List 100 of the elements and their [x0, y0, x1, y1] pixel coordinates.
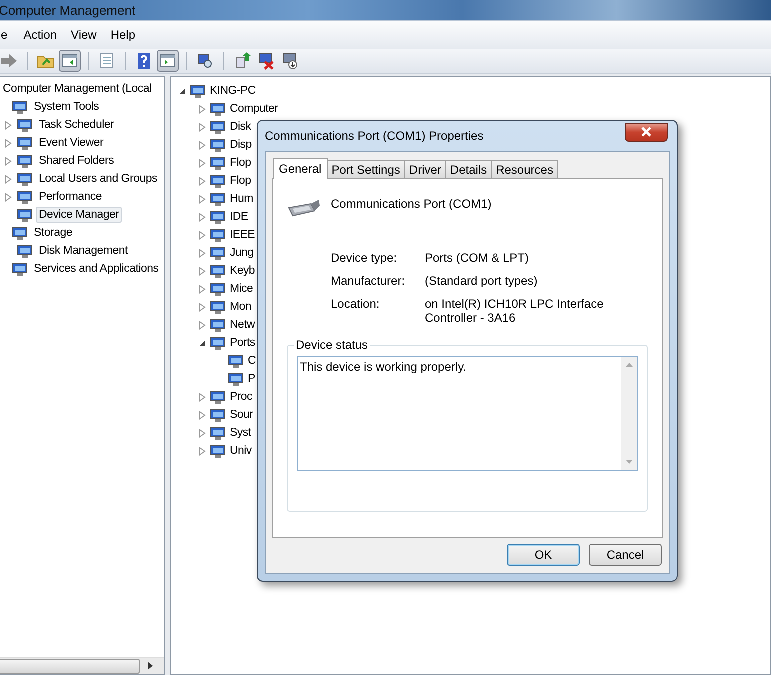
- expand-arrow-icon[interactable]: [199, 158, 206, 168]
- device-icon: [190, 83, 206, 99]
- dialog-title: Communications Port (COM1) Properties: [265, 129, 484, 143]
- dialog-button[interactable]: Cancel: [589, 544, 662, 566]
- menu-item[interactable]: Help: [110, 28, 136, 42]
- tree-item[interactable]: Sour: [228, 407, 256, 423]
- tree-item[interactable]: Netw: [228, 317, 258, 333]
- device-icon: [210, 155, 226, 171]
- expand-arrow-icon[interactable]: [5, 120, 12, 130]
- property-value: (Standard port types): [425, 274, 539, 288]
- close-button[interactable]: [625, 122, 668, 142]
- expand-arrow-icon[interactable]: [199, 446, 206, 456]
- tab[interactable]: Port Settings: [326, 160, 406, 178]
- expand-arrow-icon[interactable]: [199, 122, 206, 132]
- tree-item[interactable]: Computer Management (Local: [0, 81, 155, 97]
- dialog-button[interactable]: OK: [507, 544, 580, 566]
- expand-arrow-icon[interactable]: [5, 192, 12, 202]
- tree-item[interactable]: IEEE: [228, 227, 258, 243]
- expand-arrow-icon[interactable]: [199, 212, 206, 222]
- scroll-up-icon: [626, 363, 632, 367]
- tree-item[interactable]: Ports: [228, 335, 258, 351]
- expand-arrow-icon[interactable]: [199, 176, 206, 186]
- expand-arrow-icon[interactable]: [199, 104, 206, 114]
- expand-arrow-icon[interactable]: [199, 302, 206, 312]
- device-icon: [12, 225, 28, 241]
- toolbar-button[interactable]: [157, 50, 179, 72]
- device-icon: [210, 299, 226, 315]
- horizontal-scrollbar[interactable]: [0, 657, 164, 674]
- device-icon: [210, 407, 226, 423]
- tree-item[interactable]: Univ: [228, 443, 254, 459]
- expand-arrow-icon[interactable]: [5, 174, 12, 184]
- tree-item[interactable]: Syst: [228, 425, 254, 441]
- group-title: Device status: [294, 338, 370, 352]
- expand-arrow-icon[interactable]: [199, 320, 206, 330]
- device-icon: [210, 191, 226, 207]
- tree-item[interactable]: Hum: [228, 191, 256, 207]
- tree-item[interactable]: Disp: [228, 137, 254, 153]
- tree-item[interactable]: Jung: [228, 245, 256, 261]
- tree-item[interactable]: P: [246, 371, 258, 387]
- tree-item[interactable]: IDE: [228, 209, 250, 225]
- status-text-area[interactable]: This device is working properly.: [297, 356, 638, 471]
- tree-item[interactable]: Shared Folders: [36, 153, 118, 169]
- collapse-arrow-icon[interactable]: [179, 86, 186, 96]
- menu-item[interactable]: Action: [24, 28, 58, 42]
- tree-item[interactable]: Services and Applications: [31, 261, 162, 277]
- expand-arrow-icon[interactable]: [199, 392, 206, 402]
- device-icon: [210, 173, 226, 189]
- tree-item[interactable]: System Tools: [31, 99, 102, 115]
- status-text: This device is working properly.: [299, 359, 468, 376]
- device-icon: [210, 443, 226, 459]
- tab[interactable]: Resources: [491, 160, 558, 178]
- collapse-arrow-icon[interactable]: [199, 338, 206, 348]
- scroll-right-icon[interactable]: [148, 662, 153, 670]
- expand-arrow-icon[interactable]: [5, 138, 12, 148]
- tree-item[interactable]: Device Manager: [36, 207, 122, 223]
- tab[interactable]: Details: [445, 160, 492, 178]
- menu-item[interactable]: View: [71, 28, 97, 42]
- tree-item[interactable]: Disk Management: [36, 243, 131, 259]
- tree-item[interactable]: Disk: [228, 119, 254, 135]
- device-icon: [210, 317, 226, 333]
- expand-arrow-icon[interactable]: [199, 428, 206, 438]
- device-icon: [12, 261, 28, 277]
- device-icon: [17, 135, 33, 151]
- tree-item[interactable]: Storage: [31, 225, 76, 241]
- vertical-scrollbar[interactable]: [621, 357, 637, 470]
- menu-item[interactable]: e: [1, 28, 8, 42]
- tree-item[interactable]: Flop: [228, 173, 254, 189]
- property-label: Device type:: [331, 251, 398, 265]
- help-icon: [135, 52, 153, 70]
- expand-arrow-icon[interactable]: [5, 156, 12, 166]
- tab[interactable]: General: [273, 158, 328, 179]
- device-icon: [12, 99, 28, 115]
- device-icon: [210, 209, 226, 225]
- property-label: Manufacturer:: [331, 274, 406, 288]
- device-icon: [210, 263, 226, 279]
- expand-arrow-icon[interactable]: [199, 410, 206, 420]
- expand-arrow-icon[interactable]: [199, 230, 206, 240]
- tree-item[interactable]: Mice: [228, 281, 256, 297]
- expand-arrow-icon[interactable]: [199, 284, 206, 294]
- tab[interactable]: Driver: [404, 160, 446, 178]
- tree-item[interactable]: Keyb: [228, 263, 258, 279]
- device-icon: [210, 101, 226, 117]
- tree-item[interactable]: Flop: [228, 155, 254, 171]
- tree-item[interactable]: Event Viewer: [36, 135, 107, 151]
- tree-item[interactable]: KING-PC: [208, 83, 258, 99]
- property-value: Ports (COM & LPT): [425, 251, 530, 265]
- expand-arrow-icon[interactable]: [199, 248, 206, 258]
- tree-item[interactable]: Task Scheduler: [36, 117, 118, 133]
- tree-item[interactable]: Computer: [228, 101, 280, 117]
- tree-item[interactable]: C: [246, 353, 258, 369]
- tree-item[interactable]: Proc: [228, 389, 254, 405]
- expand-arrow-icon[interactable]: [199, 266, 206, 276]
- tree-item[interactable]: Performance: [36, 189, 106, 205]
- device-name: Communications Port (COM1): [331, 197, 492, 211]
- device-icon: [17, 171, 33, 187]
- toolbar-button[interactable]: [59, 50, 81, 72]
- tree-item[interactable]: Mon: [228, 299, 254, 315]
- tree-item[interactable]: Local Users and Groups: [36, 171, 161, 187]
- expand-arrow-icon[interactable]: [199, 140, 206, 150]
- expand-arrow-icon[interactable]: [199, 194, 206, 204]
